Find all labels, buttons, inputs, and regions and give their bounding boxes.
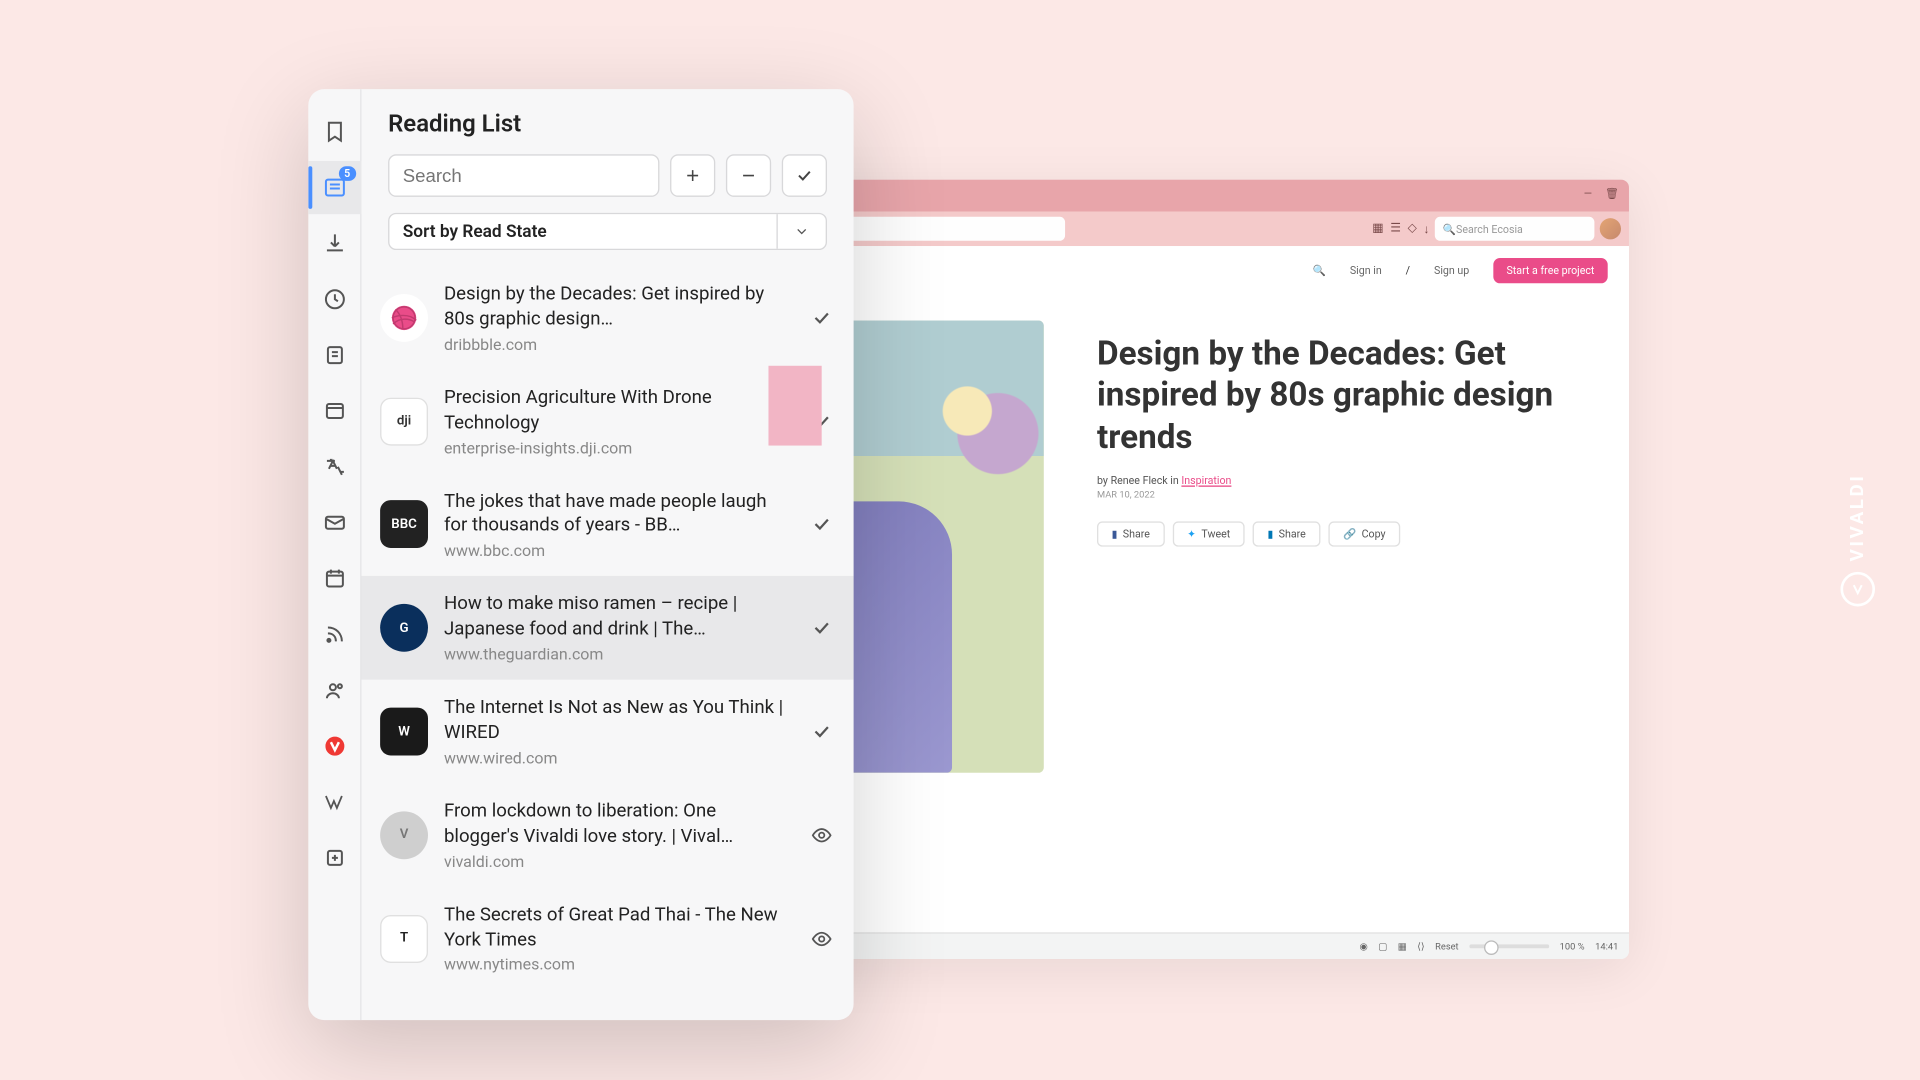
reset-zoom[interactable]: Reset [1435,941,1458,952]
close-icon[interactable]: 🗑 [1605,188,1621,204]
contacts-icon[interactable] [308,664,361,717]
favicon: G [380,604,428,652]
download-icon[interactable]: ↓ [1424,221,1430,236]
search-input[interactable] [388,154,659,197]
history-icon[interactable] [308,273,361,326]
item-title: The jokes that have made people laugh fo… [444,489,792,539]
byline-link[interactable]: Inspiration [1181,474,1231,486]
profile-avatar[interactable] [1600,218,1621,239]
item-domain: www.nytimes.com [444,956,792,975]
brand-watermark: VIVALDI [1840,473,1875,606]
list-item[interactable]: W The Internet Is Not as New as You Think… [361,680,853,783]
vivaldi-logo-icon [1840,572,1875,607]
list-item[interactable]: Design by the Decades: Get inspired by 8… [361,266,853,369]
image-icon[interactable]: ▦ [1398,941,1407,952]
item-title: The Secrets of Great Pad Thai - The New … [444,903,792,953]
item-title: From lockdown to liberation: One blogger… [444,799,792,849]
list-item[interactable]: T The Secrets of Great Pad Thai - The New… [361,887,853,990]
favicon [380,294,428,342]
panel-sidebar: 5 [308,89,361,1020]
item-title: Design by the Decades: Get inspired by 8… [444,282,792,332]
item-domain: www.bbc.com [444,542,792,561]
share-twitter[interactable]: ✦Tweet [1173,521,1245,546]
item-domain: vivaldi.com [444,852,792,871]
feeds-icon[interactable] [308,608,361,661]
tile-icon[interactable]: ▢ [1378,941,1387,952]
vivaldi-icon[interactable] [308,720,361,773]
downloads-icon[interactable] [308,217,361,270]
zoom-level: 100 % [1560,941,1585,952]
reader-icon[interactable]: ☰ [1390,221,1401,236]
code-icon[interactable]: ⟨⟩ [1417,941,1424,952]
unread-eye-icon[interactable] [808,928,835,949]
read-check-icon[interactable] [808,721,835,742]
add-panel-icon[interactable] [308,831,361,884]
camera-icon[interactable]: ◉ [1360,941,1368,952]
minimize-icon[interactable]: — [1584,188,1600,204]
zoom-slider[interactable] [1469,944,1549,948]
article-date: MAR 10, 2022 [1097,489,1576,500]
item-domain: dribbble.com [444,335,792,354]
read-check-icon[interactable] [808,514,835,535]
list-item[interactable]: BBC The jokes that have made people laugh… [361,473,853,576]
mail-icon[interactable] [308,496,361,549]
add-button[interactable] [670,154,715,197]
panel-title: Reading List [388,110,521,138]
bookmark-icon[interactable]: ◇ [1408,221,1417,236]
list-item[interactable]: V From lockdown to liberation: One blogge… [361,783,853,886]
item-domain: enterprise-insights.dji.com [444,438,792,457]
favicon: BBC [380,501,428,549]
read-check-icon[interactable] [808,617,835,638]
search-field[interactable]: 🔍 Search Ecosia [1435,217,1595,241]
wikipedia-icon[interactable] [308,775,361,828]
bookmarks-icon[interactable] [308,105,361,158]
cta-button[interactable]: Start a free project [1493,257,1608,282]
calendar-icon[interactable] [308,552,361,605]
signup-link[interactable]: Sign up [1434,264,1469,276]
mark-read-button[interactable] [782,154,827,197]
signin-link[interactable]: Sign in [1350,264,1382,276]
window-icon[interactable] [308,384,361,437]
reading-list-panel: 5 [308,89,853,1020]
favicon: W [380,708,428,756]
unread-badge: 5 [339,166,356,181]
remove-button[interactable] [726,154,771,197]
unread-eye-icon[interactable] [808,824,835,845]
search-icon[interactable]: 🔍 [1313,264,1326,276]
item-title: How to make miso ramen – recipe | Japane… [444,592,792,642]
qr-icon[interactable]: ▦ [1372,221,1383,236]
article-title: Design by the Decades: Get inspired by 8… [1097,334,1576,459]
copy-link[interactable]: 🔗Copy [1328,521,1400,546]
read-check-icon[interactable] [808,307,835,328]
item-domain: www.wired.com [444,749,792,768]
favicon: dji [380,397,428,445]
share-facebook[interactable]: ▮Share [1097,521,1165,546]
item-title: The Internet Is Not as New as You Think … [444,696,792,746]
reading-list-icon[interactable]: 5 [308,161,361,214]
sort-select[interactable]: Sort by Read State [388,213,827,250]
share-linkedin[interactable]: ▮Share [1253,521,1321,546]
item-domain: www.theguardian.com [444,645,792,664]
translate-icon[interactable] [308,440,361,493]
favicon: V [380,811,428,859]
notes-icon[interactable] [308,329,361,382]
article-byline: by Renee Fleck in Inspiration [1097,474,1576,486]
item-title: Precision Agriculture With Drone Technol… [444,385,792,435]
clock: 14:41 [1595,941,1618,952]
favicon: T [380,914,428,962]
list-item[interactable]: G How to make miso ramen – recipe | Japan… [361,576,853,679]
